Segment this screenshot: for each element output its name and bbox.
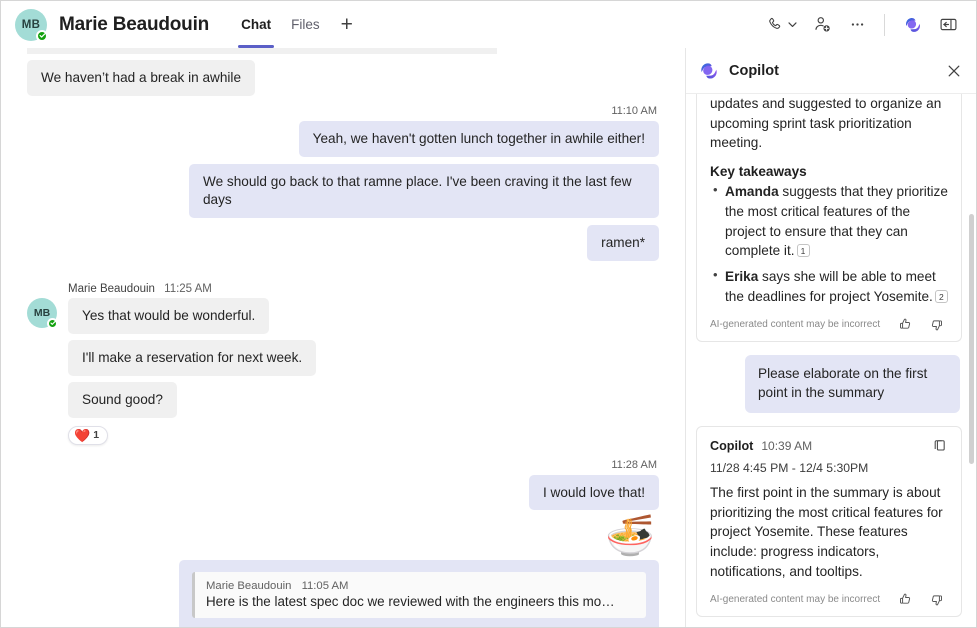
message-row: I would love that! bbox=[27, 475, 659, 511]
takeaway-person: Erika bbox=[725, 269, 758, 284]
message-row: ramen* bbox=[27, 225, 659, 261]
message-bubble[interactable]: ramen* bbox=[587, 225, 659, 261]
quoted-header: Marie Beaudouin 11:05 AM bbox=[206, 580, 635, 592]
message-sender-name: Marie Beaudouin bbox=[68, 283, 155, 295]
teams-chat-window: MB Marie Beaudouin Chat Files + bbox=[0, 0, 977, 628]
copilot-user-prompt[interactable]: Please elaborate on the first point in t… bbox=[745, 355, 960, 413]
message-row-with-quote: Marie Beaudouin 11:05 AM Here is the lat… bbox=[27, 560, 659, 627]
message-row: We should go back to that ramne place. I… bbox=[27, 164, 659, 218]
thumbs-down-icon[interactable] bbox=[929, 317, 944, 332]
ai-disclaimer: AI-generated content may be incorrect bbox=[710, 319, 880, 330]
message-timestamp: 11:25 AM bbox=[164, 283, 212, 295]
copy-icon[interactable] bbox=[932, 438, 948, 454]
copilot-panel: Copilot updates and suggested to organiz… bbox=[685, 48, 976, 627]
message-bubble[interactable]: We should go back to that ramne place. I… bbox=[189, 164, 659, 218]
message-bubble[interactable]: Marie Beaudouin 11:05 AM Here is the lat… bbox=[179, 560, 659, 627]
reaction-count: 1 bbox=[93, 429, 99, 441]
add-person-icon[interactable] bbox=[804, 10, 841, 40]
copilot-summary-body: updates and suggested to organize an upc… bbox=[710, 94, 948, 153]
thumbs-up-icon[interactable] bbox=[898, 317, 913, 332]
message-timestamp: 11:28 AM bbox=[27, 459, 657, 471]
message-row: Yeah, we haven't gotten lunch together i… bbox=[27, 121, 659, 157]
presence-available-icon bbox=[36, 30, 48, 42]
ramen-sticker-icon[interactable]: 🍜 bbox=[27, 516, 655, 556]
message-bubble[interactable]: I would love that! bbox=[529, 475, 659, 511]
takeaway-person: Amanda bbox=[725, 184, 779, 199]
copilot-response-body: The first point in the summary is about … bbox=[710, 483, 948, 582]
thumbs-up-icon[interactable] bbox=[898, 592, 913, 607]
avatar: MB bbox=[27, 298, 57, 328]
quoted-message[interactable]: Marie Beaudouin 11:05 AM Here is the lat… bbox=[192, 572, 646, 618]
avatar: MB bbox=[15, 9, 47, 41]
add-tab-button[interactable]: + bbox=[330, 1, 364, 48]
chevron-down-icon[interactable] bbox=[787, 10, 804, 40]
quoted-sender-name: Marie Beaudouin bbox=[206, 580, 291, 592]
copilot-card-footer: AI-generated content may be incorrect bbox=[710, 317, 948, 332]
key-takeaways-heading: Key takeaways bbox=[710, 164, 948, 179]
page-title: Marie Beaudouin bbox=[59, 14, 209, 36]
chat-header-left: MB Marie Beaudouin Chat Files + bbox=[15, 1, 364, 48]
message-bubble[interactable]: Yeah, we haven't gotten lunch together i… bbox=[299, 121, 659, 157]
copilot-response-card: Copilot 10:39 AM 11/28 4:45 PM - 12/4 5:… bbox=[696, 426, 962, 618]
thumbs-down-icon[interactable] bbox=[929, 592, 944, 607]
quoted-text: Here is the latest spec doc we reviewed … bbox=[206, 594, 635, 609]
message-bubble[interactable]: Yes that would be wonderful. bbox=[68, 298, 269, 334]
message-bubble-partial[interactable] bbox=[27, 48, 497, 54]
close-icon[interactable] bbox=[946, 63, 962, 79]
copilot-response-range: 11/28 4:45 PM - 12/4 5:30PM bbox=[710, 461, 948, 475]
message-bubble[interactable]: I'll make a reservation for next week. bbox=[68, 340, 316, 376]
chat-header: MB Marie Beaudouin Chat Files + bbox=[1, 1, 976, 48]
copilot-card-footer: AI-generated content may be incorrect bbox=[710, 592, 948, 607]
header-divider bbox=[884, 14, 885, 36]
chat-header-actions bbox=[760, 10, 962, 40]
copilot-icon bbox=[698, 60, 720, 82]
message-bubble[interactable]: Sound good? bbox=[68, 382, 177, 418]
copilot-response-time: 10:39 AM bbox=[761, 439, 812, 453]
call-icon[interactable] bbox=[760, 10, 787, 40]
list-item: Amanda suggests that they prioritize the… bbox=[710, 182, 948, 261]
scrollbar-track[interactable] bbox=[969, 94, 974, 627]
tab-files[interactable]: Files bbox=[281, 1, 330, 48]
copilot-title: Copilot bbox=[729, 63, 779, 79]
chat-tabs: Chat Files + bbox=[231, 1, 364, 48]
citation-badge[interactable]: 2 bbox=[935, 290, 948, 303]
message-timestamp: 11:10 AM bbox=[27, 105, 657, 117]
scrollbar-thumb[interactable] bbox=[969, 214, 974, 464]
copilot-summary-card: updates and suggested to organize an upc… bbox=[696, 94, 962, 342]
feedback-buttons bbox=[898, 317, 948, 332]
message-row: We haven’t had a break in awhile bbox=[27, 60, 659, 96]
heart-icon: ❤️ bbox=[74, 429, 90, 442]
copilot-user-prompt-row: Please elaborate on the first point in t… bbox=[696, 355, 962, 413]
presence-available-icon bbox=[47, 318, 58, 329]
list-item: Erika says she will be able to meet the … bbox=[710, 267, 948, 306]
copilot-response-name: Copilot bbox=[710, 439, 753, 453]
key-takeaways-list: Amanda suggests that they prioritize the… bbox=[710, 182, 948, 306]
more-options-icon[interactable] bbox=[841, 10, 874, 40]
copilot-header: Copilot bbox=[686, 48, 976, 94]
message-bubble[interactable]: We haven’t had a break in awhile bbox=[27, 60, 255, 96]
copilot-conversation[interactable]: updates and suggested to organize an upc… bbox=[686, 94, 976, 627]
feedback-buttons bbox=[898, 592, 948, 607]
copilot-response-header: Copilot 10:39 AM bbox=[710, 438, 948, 454]
toggle-panel-icon[interactable] bbox=[931, 10, 962, 40]
tab-chat[interactable]: Chat bbox=[231, 1, 281, 48]
message-sender-line: Marie Beaudouin 11:25 AM bbox=[68, 283, 659, 295]
chat-message-list[interactable]: We haven’t had a break in awhile 11:10 A… bbox=[1, 48, 685, 627]
ai-disclaimer: AI-generated content may be incorrect bbox=[710, 594, 880, 605]
message-row-partial bbox=[27, 48, 659, 54]
reaction-pill[interactable]: ❤️ 1 bbox=[68, 426, 108, 445]
main-body: We haven’t had a break in awhile 11:10 A… bbox=[1, 48, 976, 627]
quoted-timestamp: 11:05 AM bbox=[302, 580, 349, 592]
copilot-icon[interactable] bbox=[895, 10, 931, 40]
incoming-message-group: Marie Beaudouin 11:25 AM MB Yes that wou… bbox=[27, 283, 659, 445]
citation-badge[interactable]: 1 bbox=[797, 244, 810, 257]
